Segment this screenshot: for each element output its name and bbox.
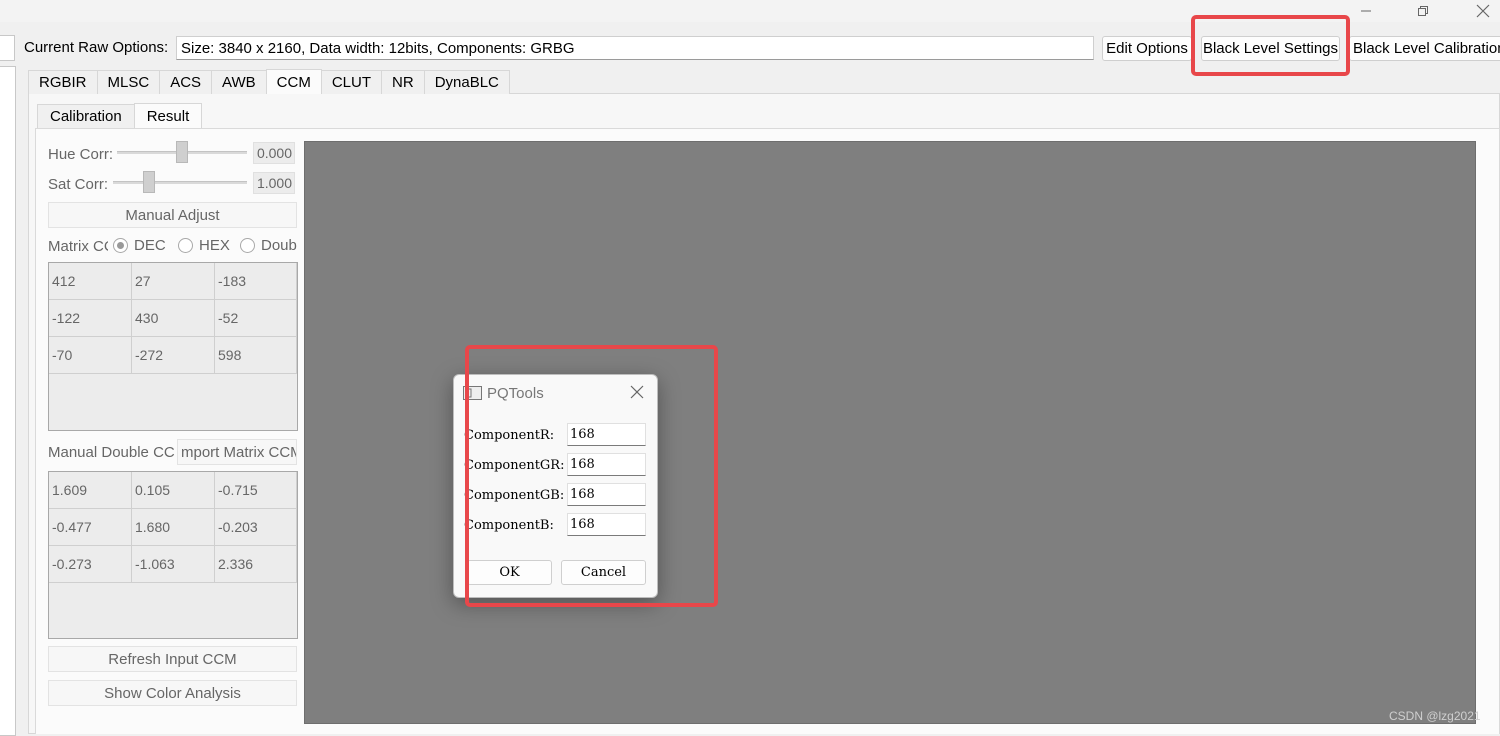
radio-dec-circle[interactable] [113, 238, 128, 253]
tab-result[interactable]: Result [133, 103, 203, 128]
table-cell[interactable]: -122 [49, 300, 132, 337]
ccm-matrix-table: 412 27 -183 -122 430 -52 -70 -272 598 [48, 262, 298, 431]
component-b-input[interactable]: 168 [567, 513, 646, 536]
close-icon [1476, 4, 1490, 18]
table-cell[interactable]: 0.105 [132, 472, 215, 509]
radio-double-label: Doub [261, 237, 297, 254]
show-color-analysis-button[interactable]: Show Color Analysis [48, 680, 297, 706]
black-level-calibration-button[interactable]: Black Level Calibration [1349, 36, 1500, 61]
tab-nr[interactable]: NR [381, 70, 425, 94]
component-r-label: ComponentR: [464, 428, 555, 443]
dialog-title: PQTools [487, 385, 544, 402]
component-gr-label: ComponentGR: [464, 458, 565, 473]
hue-corr-slider-handle[interactable] [176, 141, 188, 163]
cancel-button[interactable]: Cancel [561, 560, 646, 585]
dialog-close-icon[interactable] [630, 385, 644, 399]
sat-corr-label: Sat Corr: [48, 176, 109, 193]
table-cell[interactable]: 430 [132, 300, 215, 337]
table-cell[interactable]: -0.273 [49, 546, 132, 583]
table-cell[interactable]: 598 [215, 337, 297, 374]
table-cell[interactable]: -272 [132, 337, 215, 374]
matrix-ccm-label: Matrix CC [48, 238, 108, 255]
left-dock-stub [0, 35, 15, 61]
component-gb-label: ComponentGB: [464, 488, 565, 503]
import-matrix-ccm-button[interactable]: mport Matrix CCM [177, 439, 297, 465]
hue-corr-label: Hue Corr: [48, 146, 114, 163]
ok-button[interactable]: OK [467, 560, 552, 585]
double-ccm-matrix-table: 1.609 0.105 -0.715 -0.477 1.680 -0.203 -… [48, 471, 298, 639]
tab-acs[interactable]: ACS [159, 70, 213, 94]
table-cell[interactable]: 412 [49, 263, 132, 300]
tab-dynablc[interactable]: DynaBLC [423, 70, 510, 94]
component-gr-input[interactable]: 168 [567, 453, 646, 476]
tab-calibration[interactable]: Calibration [37, 104, 135, 128]
left-dock-panel [0, 66, 16, 736]
radio-double[interactable]: Doub [240, 237, 298, 254]
tab-clut[interactable]: CLUT [320, 70, 383, 94]
refresh-input-ccm-button[interactable]: Refresh Input CCM [48, 646, 297, 672]
title-bar [0, 0, 1500, 22]
watermark: CSDN @lzg2021 [1389, 709, 1481, 723]
table-cell[interactable]: 2.336 [215, 546, 297, 583]
manual-adjust-button[interactable]: Manual Adjust [48, 202, 297, 228]
restore-button[interactable] [1400, 0, 1446, 22]
black-level-settings-button[interactable]: Black Level Settings [1201, 36, 1340, 61]
minimize-button[interactable] [1343, 0, 1389, 22]
table-cell[interactable]: -183 [215, 263, 297, 300]
radio-hex-label: HEX [199, 237, 230, 254]
radio-hex-circle[interactable] [178, 238, 193, 253]
main-tab-bar: RGBIR MLSC ACS AWB CCM CLUT NR DynaBLC [28, 69, 510, 94]
tab-rgbir[interactable]: RGBIR [28, 70, 98, 94]
table-cell[interactable]: -52 [215, 300, 297, 337]
component-r-input[interactable]: 168 [567, 423, 646, 446]
table-cell[interactable]: -0.477 [49, 509, 132, 546]
radio-dec-label: DEC [134, 237, 166, 254]
close-button[interactable] [1460, 0, 1500, 22]
radio-double-circle[interactable] [240, 238, 255, 253]
minimize-icon [1361, 10, 1371, 12]
app-window-icon [463, 386, 482, 400]
tab-mlsc[interactable]: MLSC [96, 70, 161, 94]
raw-options-label: Current Raw Options: [24, 39, 169, 56]
table-cell[interactable]: -0.715 [215, 472, 297, 509]
sat-corr-value[interactable]: 1.000 [253, 172, 295, 194]
table-cell[interactable]: -0.203 [215, 509, 297, 546]
component-b-label: ComponentB: [464, 518, 554, 533]
tab-ccm[interactable]: CCM [265, 69, 322, 94]
hue-corr-value[interactable]: 0.000 [253, 142, 295, 164]
table-cell[interactable]: 27 [132, 263, 215, 300]
tab-awb[interactable]: AWB [211, 70, 267, 94]
radio-hex[interactable]: HEX [178, 237, 230, 254]
table-cell[interactable]: -1.063 [132, 546, 215, 583]
radio-dec[interactable]: DEC [113, 237, 166, 254]
edit-options-button[interactable]: Edit Options [1102, 36, 1192, 61]
sat-corr-slider-handle[interactable] [143, 171, 155, 193]
manual-double-ccm-label: Manual Double CC [48, 444, 175, 461]
sat-corr-slider[interactable] [113, 181, 247, 184]
restore-icon [1418, 6, 1428, 16]
sub-tab-bar: Calibration Result [37, 103, 203, 128]
table-cell[interactable]: 1.609 [49, 472, 132, 509]
pqtools-dialog: PQTools ComponentR: 168 ComponentGR: 168… [453, 374, 658, 598]
component-gb-input[interactable]: 168 [567, 483, 646, 506]
raw-options-field[interactable]: Size: 3840 x 2160, Data width: 12bits, C… [176, 36, 1094, 60]
table-cell[interactable]: -70 [49, 337, 132, 374]
table-cell[interactable]: 1.680 [132, 509, 215, 546]
